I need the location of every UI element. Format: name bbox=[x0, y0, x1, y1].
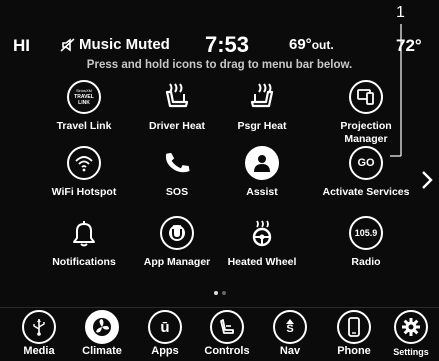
wifi-icon bbox=[65, 144, 103, 182]
app-label: Driver Heat bbox=[148, 120, 206, 132]
bell-icon bbox=[65, 214, 103, 252]
assist-person-icon bbox=[243, 144, 281, 182]
app-label: Notifications bbox=[52, 256, 116, 268]
app-label: Heated Wheel bbox=[227, 256, 297, 268]
heated-wheel-icon bbox=[243, 214, 281, 252]
projection-manager-icon bbox=[347, 78, 385, 116]
page-dot bbox=[222, 291, 226, 295]
app-driver-heat[interactable]: Driver Heat bbox=[129, 78, 225, 133]
controls-seat-icon bbox=[210, 310, 244, 344]
app-label: Radio bbox=[351, 256, 381, 268]
app-label: Psgr Heat bbox=[237, 120, 287, 132]
menu-bar: Media Climate ū Apps Controls S Nav Phon… bbox=[0, 307, 439, 361]
menu-label: Settings bbox=[393, 347, 429, 357]
app-radio[interactable]: 105.9 Radio bbox=[318, 214, 414, 269]
passenger-seat-heat-icon bbox=[243, 78, 281, 116]
menu-label: Controls bbox=[204, 345, 250, 357]
uconnect-screen: HI Music Muted 7:53 69°out. 72° 1 Press … bbox=[0, 0, 439, 360]
app-sos[interactable]: SOS bbox=[129, 144, 225, 199]
menu-label: Apps bbox=[151, 345, 179, 357]
go-icon: GO bbox=[347, 144, 385, 182]
menu-label: Nav bbox=[279, 345, 301, 357]
app-projection-manager[interactable]: Projection Manager bbox=[318, 78, 414, 146]
menu-item-climate[interactable]: Climate bbox=[72, 308, 132, 357]
climate-fan-icon bbox=[85, 310, 119, 344]
menu-label: Climate bbox=[82, 345, 122, 357]
app-notifications[interactable]: Notifications bbox=[36, 214, 132, 269]
menu-item-controls[interactable]: Controls bbox=[197, 308, 257, 357]
phone-icon bbox=[337, 310, 371, 344]
sirius-travel-link-icon: SiriusXM TRAVEL LINK bbox=[65, 78, 103, 116]
menu-item-settings[interactable]: Settings bbox=[381, 308, 439, 357]
usb-media-icon bbox=[22, 310, 56, 344]
app-manager-icon bbox=[158, 214, 196, 252]
nav-icon: S bbox=[273, 310, 307, 344]
app-passenger-heat[interactable]: Psgr Heat bbox=[214, 78, 310, 133]
page-dot-active bbox=[214, 291, 218, 295]
app-label: Assist bbox=[246, 186, 278, 198]
app-travel-link[interactable]: SiriusXM TRAVEL LINK Travel Link bbox=[36, 78, 132, 133]
menu-label: Phone bbox=[337, 345, 371, 357]
apps-icon: ū bbox=[148, 310, 182, 344]
menu-item-phone[interactable]: Phone bbox=[324, 308, 384, 357]
app-label: Projection Manager bbox=[340, 120, 392, 145]
app-heated-wheel[interactable]: Heated Wheel bbox=[214, 214, 310, 269]
phone-handset-icon bbox=[158, 144, 196, 182]
drag-hint: Press and hold icons to drag to menu bar… bbox=[86, 59, 353, 71]
menu-item-media[interactable]: Media bbox=[9, 308, 69, 357]
menu-item-nav[interactable]: S Nav bbox=[260, 308, 320, 357]
app-assist[interactable]: Assist bbox=[214, 144, 310, 199]
menu-item-apps[interactable]: ū Apps bbox=[135, 308, 195, 357]
app-app-manager[interactable]: App Manager bbox=[129, 214, 225, 269]
app-label: Activate Services bbox=[322, 186, 410, 198]
app-label: App Manager bbox=[143, 256, 211, 268]
app-activate-services[interactable]: GO Activate Services bbox=[318, 144, 414, 199]
app-label: SOS bbox=[165, 186, 189, 198]
app-label: Travel Link bbox=[56, 120, 112, 132]
menu-label: Media bbox=[23, 345, 55, 357]
page-indicator bbox=[214, 291, 226, 295]
gear-icon bbox=[394, 310, 428, 344]
radio-icon: 105.9 bbox=[347, 214, 385, 252]
app-wifi-hotspot[interactable]: WiFi Hotspot bbox=[36, 144, 132, 199]
driver-seat-heat-icon bbox=[158, 78, 196, 116]
next-page-chevron-icon[interactable] bbox=[420, 170, 434, 190]
app-label: WiFi Hotspot bbox=[51, 186, 117, 198]
